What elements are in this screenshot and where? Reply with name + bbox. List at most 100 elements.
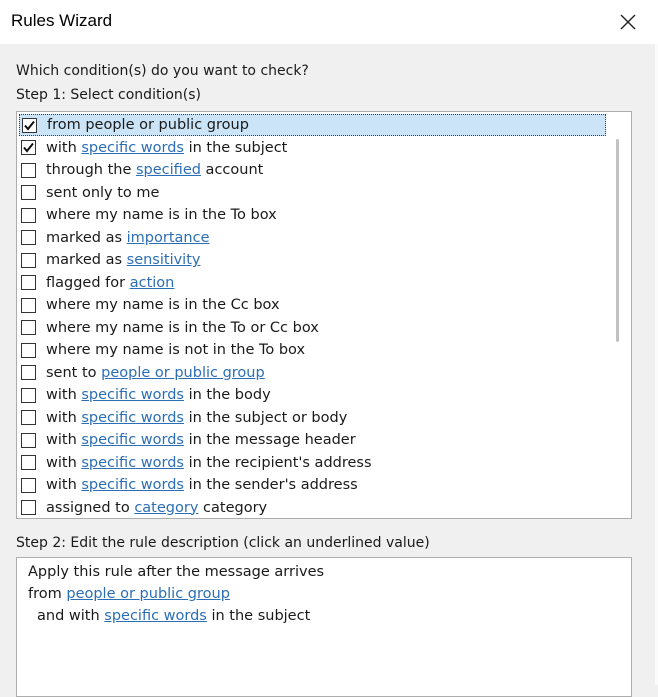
condition-label: marked as importance <box>46 230 210 246</box>
condition-checkbox[interactable] <box>21 320 36 335</box>
condition-checkbox[interactable] <box>21 207 36 223</box>
condition-text: where my name is in the Cc box <box>46 297 280 313</box>
condition-text: in the body <box>183 387 271 403</box>
condition-text: where my name is not in the To box <box>46 342 306 358</box>
condition-text: flagged for <box>46 274 130 291</box>
specific-words-link[interactable]: specific words <box>104 608 207 624</box>
condition-item[interactable]: with specific words in the sender's addr… <box>19 474 606 496</box>
people-or-public-group-link[interactable]: people or public group <box>66 586 230 602</box>
condition-value-link[interactable]: specified <box>136 162 201 178</box>
close-icon <box>619 13 637 31</box>
condition-text: in the message header <box>183 432 356 448</box>
condition-item[interactable]: sent to people or public group <box>19 362 606 384</box>
condition-item[interactable]: through the specified account <box>19 159 606 181</box>
condition-text: account <box>200 162 264 178</box>
condition-checkbox[interactable] <box>21 140 36 155</box>
checkmark-icon <box>23 142 34 153</box>
condition-item[interactable]: marked as importance <box>19 227 606 249</box>
condition-item[interactable]: with specific words in the subject <box>19 137 606 159</box>
condition-checkbox[interactable] <box>21 342 36 358</box>
condition-checkbox[interactable] <box>21 365 36 380</box>
step2-heading: Step 2: Edit the rule description (click… <box>16 535 430 551</box>
condition-text: in the subject <box>183 139 288 156</box>
condition-checkbox[interactable] <box>21 185 36 200</box>
condition-item[interactable]: where my name is in the To box <box>19 204 606 226</box>
condition-text: where my name is in the To or Cc box <box>46 319 319 336</box>
condition-label: with specific words in the recipient's a… <box>46 455 372 471</box>
close-button[interactable] <box>610 6 646 38</box>
condition-item[interactable]: with specific words in the body <box>19 384 606 406</box>
condition-value-link[interactable]: specific words <box>81 477 184 493</box>
rules-wizard-dialog: Rules Wizard Which condition(s) do you w… <box>0 0 658 697</box>
condition-text: through the <box>46 162 136 178</box>
condition-text: with <box>46 432 82 448</box>
description-line-1: Apply this rule after the message arrive… <box>28 564 325 580</box>
condition-value-link[interactable]: people or public group <box>101 365 265 381</box>
condition-item[interactable]: with specific words in the subject or bo… <box>19 407 606 429</box>
condition-item[interactable]: sent only to me <box>19 182 606 204</box>
condition-value-link[interactable]: specific words <box>81 140 184 156</box>
condition-text: marked as <box>46 252 127 268</box>
condition-label: with specific words in the subject or bo… <box>46 410 347 426</box>
condition-item[interactable]: where my name is not in the To box <box>19 339 606 361</box>
condition-text: assigned to <box>46 499 135 516</box>
condition-label: with specific words in the message heade… <box>46 432 356 448</box>
checkmark-icon <box>24 120 35 131</box>
condition-checkbox[interactable] <box>21 500 36 515</box>
condition-label: sent to people or public group <box>46 365 265 381</box>
condition-item[interactable]: flagged for action <box>19 272 606 294</box>
condition-text: with <box>46 454 82 471</box>
condition-text: in the recipient's address <box>183 454 372 471</box>
condition-value-link[interactable]: specific words <box>81 432 184 448</box>
condition-item[interactable]: with specific words in the recipient's a… <box>19 452 606 474</box>
condition-label: with specific words in the subject <box>46 140 287 156</box>
condition-value-link[interactable]: action <box>130 275 175 291</box>
condition-label: with specific words in the body <box>46 387 271 403</box>
condition-text: in the sender's address <box>183 477 358 493</box>
condition-checkbox[interactable] <box>21 275 36 290</box>
condition-item[interactable]: marked as sensitivity <box>19 249 606 271</box>
description-text: from <box>28 586 67 602</box>
description-line-3: and with specific words in the subject <box>37 608 310 624</box>
condition-checkbox[interactable] <box>22 117 37 133</box>
step1-heading: Step 1: Select condition(s) <box>16 87 201 103</box>
description-text: and with <box>37 608 105 624</box>
condition-value-link[interactable]: sensitivity <box>127 252 201 268</box>
condition-checkbox[interactable] <box>21 455 36 470</box>
condition-text: where my name is in the To box <box>46 207 277 223</box>
description-text: in the subject <box>206 608 311 624</box>
condition-checkbox[interactable] <box>21 432 36 448</box>
condition-checkbox[interactable] <box>21 252 36 268</box>
condition-text: with <box>46 387 82 403</box>
scrollbar-thumb[interactable] <box>616 139 619 342</box>
condition-checkbox[interactable] <box>21 297 36 313</box>
condition-item[interactable]: from people or public group <box>19 114 606 136</box>
rule-description-box: Apply this rule after the message arrive… <box>16 557 632 697</box>
condition-item[interactable]: assigned to category category <box>19 497 606 519</box>
condition-item[interactable]: where my name is in the To or Cc box <box>19 317 606 339</box>
condition-label: through the specified account <box>46 162 263 178</box>
condition-label: flagged for action <box>46 275 174 291</box>
condition-text: in the subject or body <box>183 409 348 426</box>
condition-checkbox[interactable] <box>21 410 36 425</box>
condition-label: where my name is in the To or Cc box <box>46 320 319 336</box>
condition-checkbox[interactable] <box>21 162 36 178</box>
condition-value-link[interactable]: specific words <box>81 410 184 426</box>
condition-label: where my name is in the To box <box>46 207 277 223</box>
condition-checkbox[interactable] <box>21 477 36 493</box>
condition-value-link[interactable]: importance <box>127 230 210 246</box>
step1-question: Which condition(s) do you want to check? <box>16 63 309 79</box>
title-bar: Rules Wizard <box>0 0 658 44</box>
condition-checkbox[interactable] <box>21 387 36 403</box>
condition-text: with <box>46 477 82 493</box>
condition-list[interactable]: from people or public group with specific… <box>16 111 632 519</box>
condition-item[interactable]: where my name is in the Cc box <box>19 294 606 316</box>
condition-checkbox[interactable] <box>21 230 36 245</box>
condition-value-link[interactable]: specific words <box>81 387 184 403</box>
condition-item[interactable]: with specific words in the message heade… <box>19 429 606 451</box>
condition-value-link[interactable]: specific words <box>81 455 184 471</box>
condition-label: assigned to category category <box>46 500 267 516</box>
condition-label: where my name is in the Cc box <box>46 297 280 313</box>
condition-text: category <box>198 499 268 516</box>
condition-value-link[interactable]: category <box>134 500 198 516</box>
